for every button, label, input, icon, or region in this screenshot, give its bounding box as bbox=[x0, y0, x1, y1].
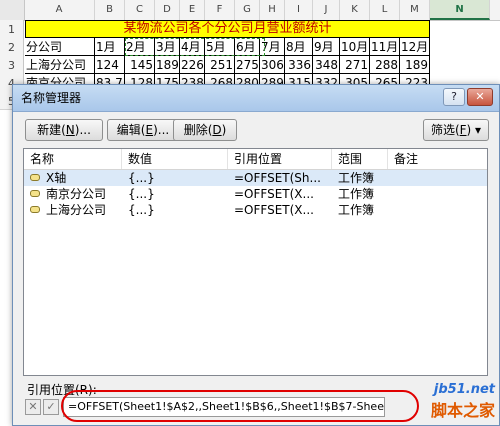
row-header-1[interactable]: 1 bbox=[0, 20, 24, 40]
new-button[interactable]: 新建(N)... bbox=[25, 119, 103, 141]
names-list[interactable]: 名称 数值 引用位置 范围 备注 X轴 {...} =OFFSET(Sh... … bbox=[23, 148, 488, 376]
filter-button-suffix: ) ▾ bbox=[466, 123, 482, 137]
cell-c3[interactable]: 145 bbox=[125, 56, 155, 74]
list-item-scope: 工作簿 bbox=[338, 171, 375, 185]
column-header-n[interactable]: N bbox=[430, 0, 490, 20]
cell-d2[interactable]: 3月 bbox=[155, 38, 180, 56]
cell-m2[interactable]: 12月 bbox=[400, 38, 430, 56]
cell-l3[interactable]: 288 bbox=[370, 56, 400, 74]
name-manager-dialog: 名称管理器 ? ✕ 新建(N)... 编辑(E)... 删除(D) 筛选(F) … bbox=[12, 84, 500, 426]
column-header-k[interactable]: K bbox=[340, 0, 370, 20]
cell-b2[interactable]: 1月 bbox=[95, 38, 125, 56]
column-header-c[interactable]: C bbox=[125, 0, 155, 20]
help-button[interactable]: ? bbox=[443, 88, 465, 106]
select-all-corner[interactable] bbox=[0, 0, 25, 20]
edit-button-suffix: )... bbox=[153, 123, 170, 137]
list-item-name: X轴 bbox=[46, 171, 67, 185]
new-button-suffix: )... bbox=[74, 123, 91, 137]
list-item-name: 南京分公司 bbox=[46, 187, 107, 201]
close-button[interactable]: ✕ bbox=[467, 88, 493, 106]
column-header-i[interactable]: I bbox=[285, 0, 313, 20]
cell-k3[interactable]: 271 bbox=[340, 56, 370, 74]
cell-f2[interactable]: 5月 bbox=[205, 38, 235, 56]
cell-c2[interactable]: 2月 bbox=[125, 38, 155, 56]
list-item-refers-to: =OFFSET(X... bbox=[234, 203, 314, 217]
column-header-j[interactable]: J bbox=[313, 0, 340, 20]
col-value-header[interactable]: 数值 bbox=[122, 149, 228, 169]
list-item-value: {...} bbox=[128, 203, 155, 217]
cell-f3[interactable]: 251 bbox=[205, 56, 235, 74]
list-item[interactable]: 南京分公司 {...} =OFFSET(X... 工作簿 bbox=[24, 186, 487, 202]
cell-j3[interactable]: 348 bbox=[313, 56, 340, 74]
refers-to-row: ✕ ✓ =OFFSET(Sheet1!$A$2,,Sheet1!$B$6,,Sh… bbox=[23, 390, 488, 422]
list-item[interactable]: 上海分公司 {...} =OFFSET(X... 工作簿 bbox=[24, 202, 487, 218]
column-header-d[interactable]: D bbox=[155, 0, 180, 20]
defined-name-icon bbox=[30, 174, 40, 181]
names-list-header: 名称 数值 引用位置 范围 备注 bbox=[24, 149, 487, 170]
delete-button-key: D bbox=[212, 123, 222, 137]
column-header-f[interactable]: F bbox=[205, 0, 235, 20]
list-item-scope: 工作簿 bbox=[338, 187, 375, 201]
list-item-refers-to: =OFFSET(Sh... bbox=[234, 171, 321, 185]
cell-k2[interactable]: 10月 bbox=[340, 38, 370, 56]
cell-h3[interactable]: 306 bbox=[260, 56, 285, 74]
list-item-value: {...} bbox=[128, 171, 155, 185]
column-header-l[interactable]: L bbox=[370, 0, 400, 20]
list-item[interactable]: X轴 {...} =OFFSET(Sh... 工作簿 bbox=[24, 170, 487, 186]
edit-button-key: E bbox=[145, 123, 154, 137]
row-header-3[interactable]: 3 bbox=[0, 56, 24, 76]
list-item-scope: 工作簿 bbox=[338, 203, 375, 217]
filter-button-label: 筛选( bbox=[430, 123, 460, 137]
new-button-key: N bbox=[65, 123, 75, 137]
column-header-m[interactable]: M bbox=[400, 0, 430, 20]
cell-m3[interactable]: 189 bbox=[400, 56, 430, 74]
column-header-a[interactable]: A bbox=[24, 0, 95, 20]
defined-name-icon bbox=[30, 206, 40, 213]
col-refers-to-header[interactable]: 引用位置 bbox=[228, 149, 332, 169]
list-item-name: 上海分公司 bbox=[46, 203, 107, 217]
col-comment-header[interactable]: 备注 bbox=[388, 149, 487, 169]
cell-e2[interactable]: 4月 bbox=[180, 38, 205, 56]
list-item-value: {...} bbox=[128, 187, 155, 201]
cell-a3[interactable]: 上海分公司 bbox=[25, 56, 95, 74]
watermark-url: jb51.net bbox=[433, 382, 495, 397]
edit-button[interactable]: 编辑(E)... bbox=[107, 119, 179, 141]
dialog-titlebar[interactable]: 名称管理器 ? ✕ bbox=[13, 85, 499, 112]
cell-i2[interactable]: 8月 bbox=[285, 38, 313, 56]
cell-l2[interactable]: 11月 bbox=[370, 38, 400, 56]
column-header-h[interactable]: H bbox=[260, 0, 285, 20]
cell-d3[interactable]: 189 bbox=[155, 56, 180, 74]
cell-g2[interactable]: 6月 bbox=[235, 38, 260, 56]
col-scope-header[interactable]: 范围 bbox=[332, 149, 388, 169]
dialog-title: 名称管理器 bbox=[21, 91, 82, 105]
cell-a2[interactable]: 分公司 bbox=[25, 38, 95, 56]
filter-button-key: F bbox=[459, 123, 467, 137]
new-button-label: 新建( bbox=[37, 123, 66, 137]
cancel-edit-icon[interactable]: ✕ bbox=[25, 399, 41, 415]
list-item-refers-to: =OFFSET(X... bbox=[234, 187, 314, 201]
delete-button-suffix: ) bbox=[221, 123, 227, 137]
delete-button-label: 删除( bbox=[183, 123, 213, 137]
watermark-name: 脚本之家 bbox=[430, 401, 495, 420]
defined-name-icon bbox=[30, 190, 40, 197]
filter-button[interactable]: 筛选(F) ▾ bbox=[423, 119, 489, 141]
cell-j2[interactable]: 9月 bbox=[313, 38, 340, 56]
column-header-e[interactable]: E bbox=[180, 0, 205, 20]
delete-button[interactable]: 删除(D) bbox=[173, 119, 237, 141]
cell-h2[interactable]: 7月 bbox=[260, 38, 285, 56]
refers-to-input[interactable]: =OFFSET(Sheet1!$A$2,,Sheet1!$B$6,,Sheet1… bbox=[63, 397, 385, 417]
cell-i3[interactable]: 336 bbox=[285, 56, 313, 74]
cell-b3[interactable]: 124 bbox=[95, 56, 125, 74]
site-watermark: jb51.net 脚本之家 bbox=[431, 382, 495, 421]
cell-g3[interactable]: 275 bbox=[235, 56, 260, 74]
row-header-2[interactable]: 2 bbox=[0, 38, 24, 58]
sheet-title-cell[interactable]: 某物流公司各个分公司月营业额统计 bbox=[25, 20, 430, 38]
column-headers: A B C D E F G H I J K L M N bbox=[0, 0, 500, 21]
cell-e3[interactable]: 226 bbox=[180, 56, 205, 74]
column-header-b[interactable]: B bbox=[95, 0, 125, 20]
confirm-edit-icon[interactable]: ✓ bbox=[43, 399, 59, 415]
edit-button-label: 编辑( bbox=[116, 123, 146, 137]
col-name-header[interactable]: 名称 bbox=[24, 149, 122, 169]
column-header-g[interactable]: G bbox=[235, 0, 260, 20]
